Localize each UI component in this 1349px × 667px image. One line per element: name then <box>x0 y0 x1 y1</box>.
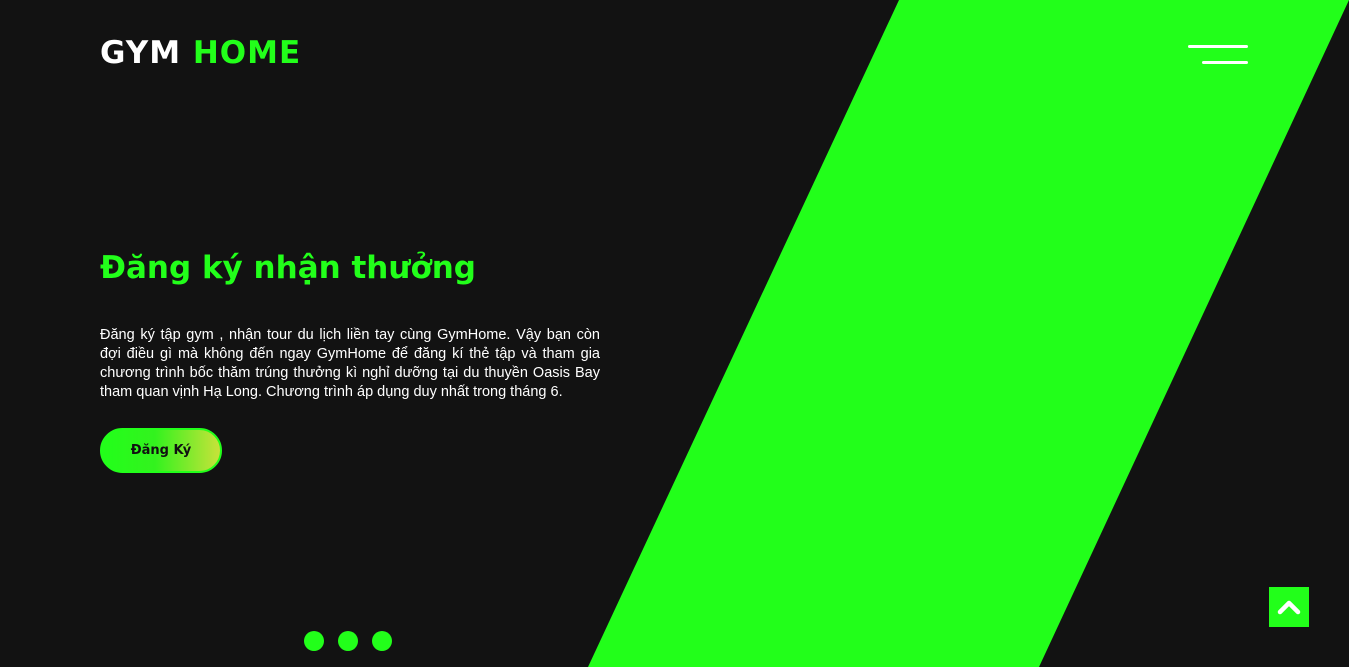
menu-line-top <box>1188 45 1248 48</box>
back-to-top-button[interactable] <box>1269 587 1309 627</box>
hero-page: GYM HOME Đăng ký nhận thưởng Đăng ký tập… <box>0 0 1349 667</box>
logo-text-gym: GYM <box>100 35 182 71</box>
slider-dot-3[interactable] <box>372 631 392 651</box>
logo[interactable]: GYM HOME <box>100 34 301 72</box>
register-button[interactable]: Đăng Ký <box>100 428 222 473</box>
slider-dot-1[interactable] <box>304 631 324 651</box>
hero-title: Đăng ký nhận thưởng <box>100 250 476 286</box>
menu-line-bottom <box>1202 61 1248 64</box>
slider-dot-2[interactable] <box>338 631 358 651</box>
hamburger-menu-icon[interactable] <box>1186 44 1250 66</box>
hero-description: Đăng ký tập gym , nhận tour du lịch liền… <box>100 327 600 400</box>
logo-text-home: HOME <box>192 35 302 71</box>
slider-pagination <box>304 631 392 651</box>
chevron-up-icon <box>1277 600 1301 615</box>
